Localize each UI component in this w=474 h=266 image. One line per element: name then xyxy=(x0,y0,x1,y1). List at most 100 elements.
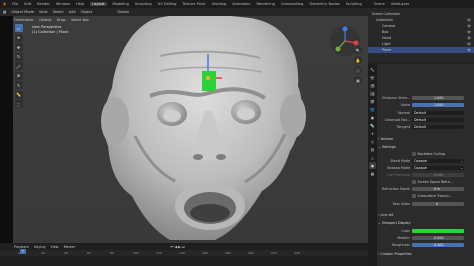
object-tab-icon[interactable]: ▣ xyxy=(369,114,376,121)
roughness-field[interactable]: 0.400 xyxy=(412,242,464,248)
marker-menu[interactable]: Marker xyxy=(64,245,76,249)
drag-dropdown[interactable]: Select Box xyxy=(71,18,89,22)
color-swatch[interactable] xyxy=(412,228,464,234)
outliner-row[interactable]: Scene Collection xyxy=(368,11,474,17)
move-icon[interactable]: ✥ xyxy=(14,43,23,51)
world-tab-icon[interactable]: 🌐 xyxy=(369,106,376,113)
visibility-eye-icon[interactable]: 👁 xyxy=(467,30,471,34)
backface-culling-checkbox[interactable] xyxy=(412,152,416,156)
menu-file[interactable]: File xyxy=(12,2,18,6)
menu-object[interactable]: Object xyxy=(81,10,93,14)
outliner-row[interactable]: Box 👁 xyxy=(368,29,474,35)
outliner[interactable]: Scene Collection Collection 👁 Camera 👁 Box… xyxy=(368,8,474,62)
material-tab-icon[interactable]: ● xyxy=(369,162,376,169)
shadow-mode-dropdown[interactable]: Opaque ⌄ xyxy=(412,165,464,171)
menu-view[interactable]: View xyxy=(39,10,48,14)
data-tab-icon[interactable]: △ xyxy=(369,154,376,161)
tab-compositing[interactable]: Compositing xyxy=(281,2,304,6)
scene-selector[interactable]: Scene xyxy=(374,2,385,6)
subsurface-translucency-checkbox[interactable] xyxy=(412,194,416,198)
pan-hand-icon[interactable]: ✋ xyxy=(354,56,362,64)
tool-tab-icon[interactable]: 🔧 xyxy=(369,66,376,73)
particles-tab-icon[interactable]: ✦ xyxy=(369,130,376,137)
blend-mode-dropdown[interactable]: Opaque ⌄ xyxy=(412,158,464,164)
tab-uv-editing[interactable]: UV Editing xyxy=(158,2,177,6)
menu-help[interactable]: Help xyxy=(76,2,84,6)
menu-add[interactable]: Add xyxy=(69,10,76,14)
tab-sculpting[interactable]: Sculpting xyxy=(135,2,152,6)
orientation-dropdown[interactable]: Default xyxy=(39,18,51,22)
clip-threshold-field[interactable]: 0.500 xyxy=(412,172,464,178)
outliner-row-selected[interactable]: Plane 👁 xyxy=(368,47,474,53)
outliner-row[interactable]: Collection 👁 xyxy=(368,17,474,23)
keying-menu[interactable]: Keying xyxy=(34,245,45,249)
tab-scripting[interactable]: Scripting xyxy=(346,2,362,6)
clearcoat-normal-field[interactable]: Default xyxy=(412,117,464,123)
scale-icon[interactable]: ⤢ xyxy=(14,62,23,70)
tab-rendering[interactable]: Rendering xyxy=(257,2,275,6)
timeline-ruler: 0 20 40 60 80 100 120 140 160 180 200 22… xyxy=(0,250,368,256)
modifier-tab-icon[interactable]: 🔩 xyxy=(369,122,376,129)
tab-modeling[interactable]: Modeling xyxy=(113,2,129,6)
custom-properties-section[interactable]: › Custom Properties xyxy=(378,251,472,257)
metallic-field[interactable]: 0.000 xyxy=(412,235,464,241)
settings-section[interactable]: ⌄ Settings xyxy=(378,144,472,150)
volume-section[interactable]: › Volume xyxy=(378,136,472,142)
emission-strength-field[interactable]: 1.000 xyxy=(412,95,464,101)
tangent-field[interactable]: Default xyxy=(412,124,464,130)
normal-field[interactable]: Default xyxy=(412,110,464,116)
tab-layout[interactable]: Layout xyxy=(90,2,107,6)
outliner-row[interactable]: Camera 👁 xyxy=(368,23,474,29)
rotate-icon[interactable]: ↻ xyxy=(14,52,23,61)
constraints-tab-icon[interactable]: ⛓ xyxy=(369,146,376,153)
visibility-eye-icon[interactable]: 👁 xyxy=(467,42,471,46)
playback-menu[interactable]: Playback xyxy=(14,245,29,249)
menu-edit[interactable]: Edit xyxy=(24,2,31,6)
view-layer-selector[interactable]: ViewLayer xyxy=(391,2,410,6)
3d-viewport[interactable] xyxy=(0,16,368,243)
view-layer-tab-icon[interactable]: 🖼 xyxy=(369,90,376,97)
transform-orientation[interactable]: Global xyxy=(117,10,128,14)
visibility-eye-icon[interactable]: 👁 xyxy=(467,18,471,22)
render-tab-icon[interactable]: 📷 xyxy=(369,74,376,81)
timeline-view-menu[interactable]: View xyxy=(51,245,59,249)
outliner-row[interactable]: Light 👁 xyxy=(368,41,474,47)
viewport-display-section[interactable]: ⌄ Viewport Display xyxy=(378,220,472,226)
prop-label: Emission Stren... xyxy=(382,96,410,100)
outliner-row[interactable]: Head 👁 xyxy=(368,35,474,41)
timeline[interactable]: Playback Keying View Marker ⏮ ◀ ▶ ⏭ 0 20… xyxy=(0,243,368,266)
line-art-section[interactable]: › Line Art xyxy=(378,212,472,218)
physics-tab-icon[interactable]: ◎ xyxy=(369,138,376,145)
menu-window[interactable]: Window xyxy=(56,2,70,6)
annotate-icon[interactable]: ✎ xyxy=(14,81,23,89)
scene-tab-icon[interactable]: 🎬 xyxy=(369,98,376,105)
tab-geometry-nodes[interactable]: Geometry Nodes xyxy=(309,2,339,6)
refraction-depth-field[interactable]: 0 m xyxy=(412,186,464,192)
cursor-icon[interactable]: ⊕ xyxy=(14,33,23,42)
visibility-eye-icon[interactable]: 👁 xyxy=(467,48,471,52)
editor-type-icon[interactable]: ▦ xyxy=(3,10,6,14)
add-cube-icon[interactable]: ⬚ xyxy=(14,100,23,108)
texture-tab-icon[interactable]: ▩ xyxy=(369,170,376,177)
select-box-icon[interactable]: ▭ xyxy=(14,24,23,32)
mode-dropdown[interactable]: Object Mode xyxy=(11,10,34,14)
grid-icon[interactable]: ▦ xyxy=(354,76,362,84)
blender-logo-icon[interactable]: ◉ xyxy=(3,2,6,6)
zoom-icon[interactable]: 🔍 xyxy=(354,46,362,54)
visibility-eye-icon[interactable]: 👁 xyxy=(467,24,471,28)
visibility-eye-icon[interactable]: 👁 xyxy=(467,36,471,40)
tab-animation[interactable]: Animation xyxy=(232,2,250,6)
camera-view-icon[interactable]: 🎥 xyxy=(354,66,362,74)
screen-space-refraction-checkbox[interactable] xyxy=(412,180,416,184)
tab-shading[interactable]: Shading xyxy=(212,2,227,6)
play-controls-icon[interactable]: ⏮ ◀ ▶ ⏭ xyxy=(170,245,185,249)
pass-index-field[interactable]: 0 xyxy=(412,201,464,207)
output-tab-icon[interactable]: 🖨 xyxy=(369,82,376,89)
alpha-field[interactable]: 1.000 xyxy=(412,102,464,108)
measure-icon[interactable]: 📏 xyxy=(14,90,23,99)
menu-render[interactable]: Render xyxy=(37,2,50,6)
tab-texture-paint[interactable]: Texture Paint xyxy=(182,2,205,6)
transform-icon[interactable]: ⊞ xyxy=(14,71,23,80)
current-frame-indicator[interactable]: 1 xyxy=(20,249,26,254)
menu-select[interactable]: Select xyxy=(53,10,64,14)
